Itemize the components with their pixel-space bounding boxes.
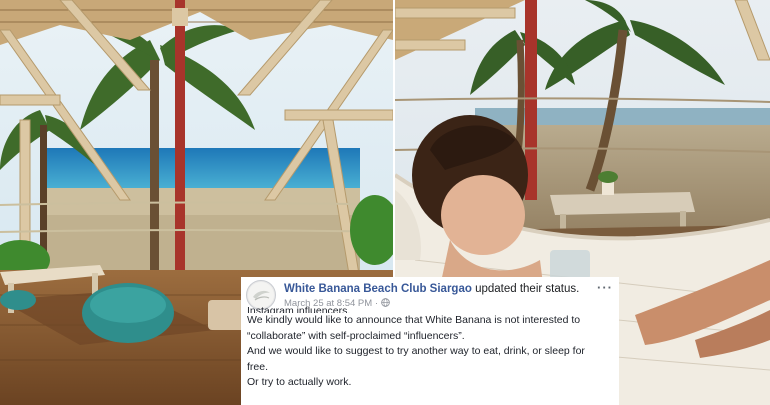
post-line-4: And we would like to suggest to try anot… (247, 345, 585, 357)
page-name-link[interactable]: White Banana Beach Club Siargao (284, 283, 472, 295)
post-line-6: Or try to actually work. (247, 376, 352, 388)
post-title-line: White Banana Beach Club Siargao updated … (284, 283, 579, 295)
post-line-1: Instagram influencers. (247, 305, 351, 313)
post-line-5: free. (247, 360, 269, 373)
post-line-3: “collaborate” with self-proclaimed “infl… (247, 329, 465, 342)
post-line-2: We kindly would like to announce that Wh… (247, 314, 581, 326)
facebook-post-card: White Banana Beach Club Siargao updated … (241, 277, 619, 405)
post-body: Instagram influencers. We kindly would l… (247, 305, 613, 391)
more-options-icon[interactable]: ··· (597, 280, 613, 295)
post-action-text: updated their status. (475, 283, 580, 295)
